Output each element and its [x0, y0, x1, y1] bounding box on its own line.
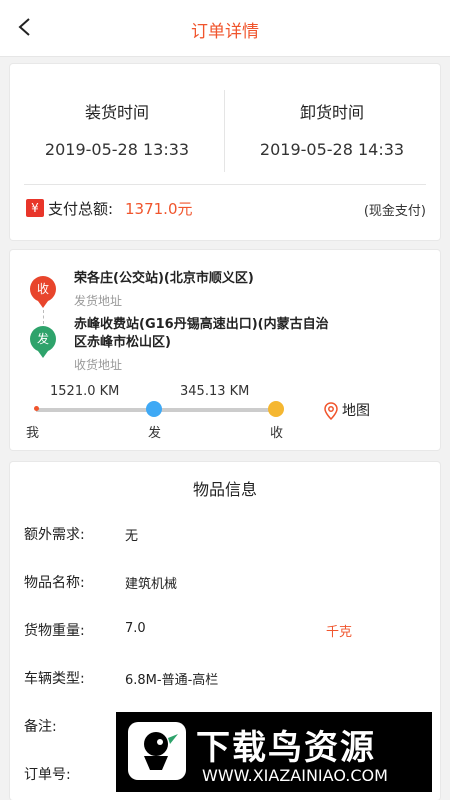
label-destination: 收: [270, 426, 284, 441]
watermark-url: WWW.XIAZAINIAO.COM: [202, 766, 388, 785]
origin-dot: [146, 401, 162, 417]
load-time-label: 装货时间: [84, 103, 149, 122]
extra-requirement-value: 无: [125, 529, 139, 544]
goods-name-label: 物品名称:: [24, 575, 85, 591]
header-bar: 订单详情: [0, 0, 450, 57]
watermark-overlay: 下载鸟资源 WWW.XIAZAINIAO.COM: [116, 712, 432, 792]
current-location-dot: [34, 406, 39, 411]
bird-logo-icon: [128, 722, 186, 780]
route-connector: [43, 310, 45, 324]
location-pin-icon: [324, 402, 338, 421]
order-number-label: 订单号:: [24, 767, 71, 783]
label-me: 我: [26, 426, 40, 441]
goods-weight-value: 7.0: [125, 621, 146, 636]
goods-section-title: 物品信息: [192, 480, 257, 499]
payment-total-label: 支付总额:: [48, 200, 114, 218]
unload-time-value: 2019-05-28 14:33: [259, 140, 405, 159]
time-card: 装货时间 2019-05-28 13:33 卸货时间 2019-05-28 14…: [10, 64, 440, 240]
map-button[interactable]: 地图: [324, 400, 370, 421]
origin-address: 荣各庄(公交站)(北京市顺义区): [74, 271, 254, 286]
watermark-title: 下载鸟资源: [196, 728, 376, 768]
distance-to-origin: 1521.0 KM: [50, 384, 120, 399]
goods-weight-unit: 千克: [326, 625, 353, 640]
origin-pin-icon: 收: [30, 276, 56, 308]
note-label: 备注:: [24, 719, 57, 735]
distance-to-destination: 345.13 KM: [180, 384, 250, 399]
destination-pin-icon: 发: [30, 326, 56, 358]
origin-address-sub: 发货地址: [74, 294, 123, 308]
load-time-value: 2019-05-28 13:33: [44, 140, 190, 159]
payment-total-value: 1371.0元: [125, 200, 193, 218]
destination-dot: [268, 401, 284, 417]
vehicle-type-label: 车辆类型:: [24, 671, 85, 687]
page-title: 订单详情: [191, 22, 259, 42]
extra-requirement-label: 额外需求:: [24, 527, 85, 543]
goods-name-value: 建筑机械: [125, 577, 178, 592]
unload-time-label: 卸货时间: [299, 103, 364, 122]
destination-address-line2: 区赤峰市松山区): [74, 335, 171, 350]
goods-weight-label: 货物重量:: [24, 623, 85, 639]
vehicle-type-value: 6.8M-普通-高栏: [125, 673, 219, 688]
yuan-icon: ¥: [26, 199, 44, 217]
destination-address-line1: 赤峰收费站(G16丹锡高速出口)(内蒙古自治: [74, 317, 329, 332]
divider: [24, 184, 426, 185]
payment-method: (现金支付): [363, 204, 426, 219]
destination-address-sub: 收货地址: [74, 358, 123, 372]
map-label: 地图: [342, 403, 370, 419]
label-origin: 发: [148, 426, 162, 441]
route-card: 收 荣各庄(公交站)(北京市顺义区) 发货地址 发 赤峰收费站(G16丹锡高速出…: [10, 250, 440, 450]
